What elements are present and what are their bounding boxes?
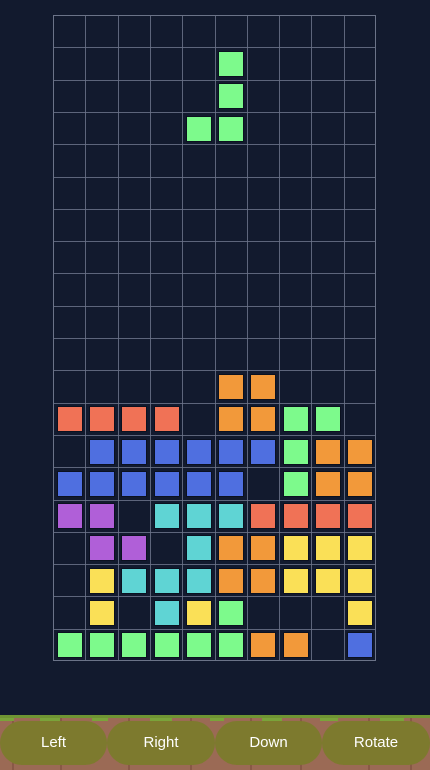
locked-block — [250, 535, 277, 562]
locked-block — [56, 503, 83, 530]
locked-block — [121, 406, 148, 433]
locked-block — [347, 535, 374, 562]
grid-line-horizontal — [54, 531, 375, 533]
locked-block — [121, 470, 148, 497]
locked-block — [250, 503, 277, 530]
locked-block — [282, 503, 309, 530]
down-button[interactable]: Down — [215, 721, 322, 765]
grid-line-horizontal — [54, 241, 375, 243]
locked-block — [56, 632, 83, 659]
locked-block — [218, 470, 245, 497]
grid-line-horizontal — [54, 628, 375, 630]
locked-block — [153, 406, 180, 433]
grid-line-horizontal — [54, 305, 375, 307]
rotate-button[interactable]: Rotate — [322, 721, 430, 765]
locked-block — [347, 632, 374, 659]
locked-block — [185, 470, 212, 497]
locked-block — [153, 470, 180, 497]
locked-block — [315, 567, 341, 594]
locked-block — [121, 438, 148, 465]
locked-block — [218, 373, 245, 400]
falling-piece-block — [218, 115, 245, 142]
locked-block — [218, 600, 245, 626]
locked-block — [250, 567, 277, 594]
locked-block — [282, 470, 309, 497]
locked-block — [185, 632, 212, 659]
locked-block — [88, 600, 115, 626]
grid-line-horizontal — [54, 467, 375, 469]
locked-block — [347, 470, 374, 497]
locked-block — [250, 632, 277, 659]
locked-block — [282, 438, 309, 465]
grid-line-horizontal — [54, 499, 375, 501]
locked-block — [218, 567, 245, 594]
grid-line-horizontal — [54, 273, 375, 275]
locked-block — [315, 470, 341, 497]
locked-block — [153, 632, 180, 659]
locked-block — [315, 535, 341, 562]
grid-line-horizontal — [54, 434, 375, 436]
grid-line-horizontal — [54, 370, 375, 372]
locked-block — [282, 567, 309, 594]
locked-block — [185, 438, 212, 465]
locked-block — [121, 567, 148, 594]
locked-block — [88, 503, 115, 530]
locked-block — [88, 406, 115, 433]
locked-block — [218, 503, 245, 530]
locked-block — [185, 600, 212, 626]
locked-block — [121, 535, 148, 562]
locked-block — [347, 438, 374, 465]
locked-block — [88, 632, 115, 659]
locked-block — [153, 503, 180, 530]
locked-block — [153, 438, 180, 465]
locked-block — [56, 406, 83, 433]
locked-block — [250, 406, 277, 433]
left-button[interactable]: Left — [0, 721, 107, 765]
locked-block — [185, 567, 212, 594]
locked-block — [121, 632, 148, 659]
locked-block — [282, 632, 309, 659]
locked-block — [153, 567, 180, 594]
grid-line-horizontal — [54, 111, 375, 113]
locked-block — [185, 503, 212, 530]
grid-line-horizontal — [54, 144, 375, 146]
game-board — [53, 15, 376, 661]
grid-line-horizontal — [54, 596, 375, 598]
locked-block — [88, 535, 115, 562]
falling-piece-block — [185, 115, 212, 142]
right-button[interactable]: Right — [107, 721, 215, 765]
grid-line-horizontal — [54, 338, 375, 339]
locked-block — [218, 535, 245, 562]
locked-block — [218, 438, 245, 465]
falling-piece-block — [218, 83, 245, 110]
locked-block — [56, 470, 83, 497]
locked-block — [185, 535, 212, 562]
locked-block — [347, 503, 374, 530]
locked-block — [315, 503, 341, 530]
locked-block — [347, 600, 374, 626]
locked-block — [282, 535, 309, 562]
grid-line-horizontal — [54, 208, 375, 210]
locked-block — [218, 406, 245, 433]
grid-line-horizontal — [54, 47, 375, 49]
control-bar: Left Right Down Rotate — [0, 715, 430, 770]
locked-block — [282, 406, 309, 433]
locked-block — [218, 632, 245, 659]
locked-block — [250, 373, 277, 400]
locked-block — [250, 438, 277, 465]
grid-line-horizontal — [54, 176, 375, 178]
locked-block — [315, 438, 341, 465]
locked-block — [153, 600, 180, 626]
falling-piece-block — [218, 50, 245, 77]
locked-block — [347, 567, 374, 594]
locked-block — [88, 470, 115, 497]
grid-line-horizontal — [54, 564, 375, 566]
locked-block — [315, 406, 341, 433]
locked-block — [88, 438, 115, 465]
grass-strip — [0, 715, 430, 718]
grid-line-horizontal — [54, 402, 375, 404]
grid-line-horizontal — [54, 79, 375, 81]
locked-block — [88, 567, 115, 594]
